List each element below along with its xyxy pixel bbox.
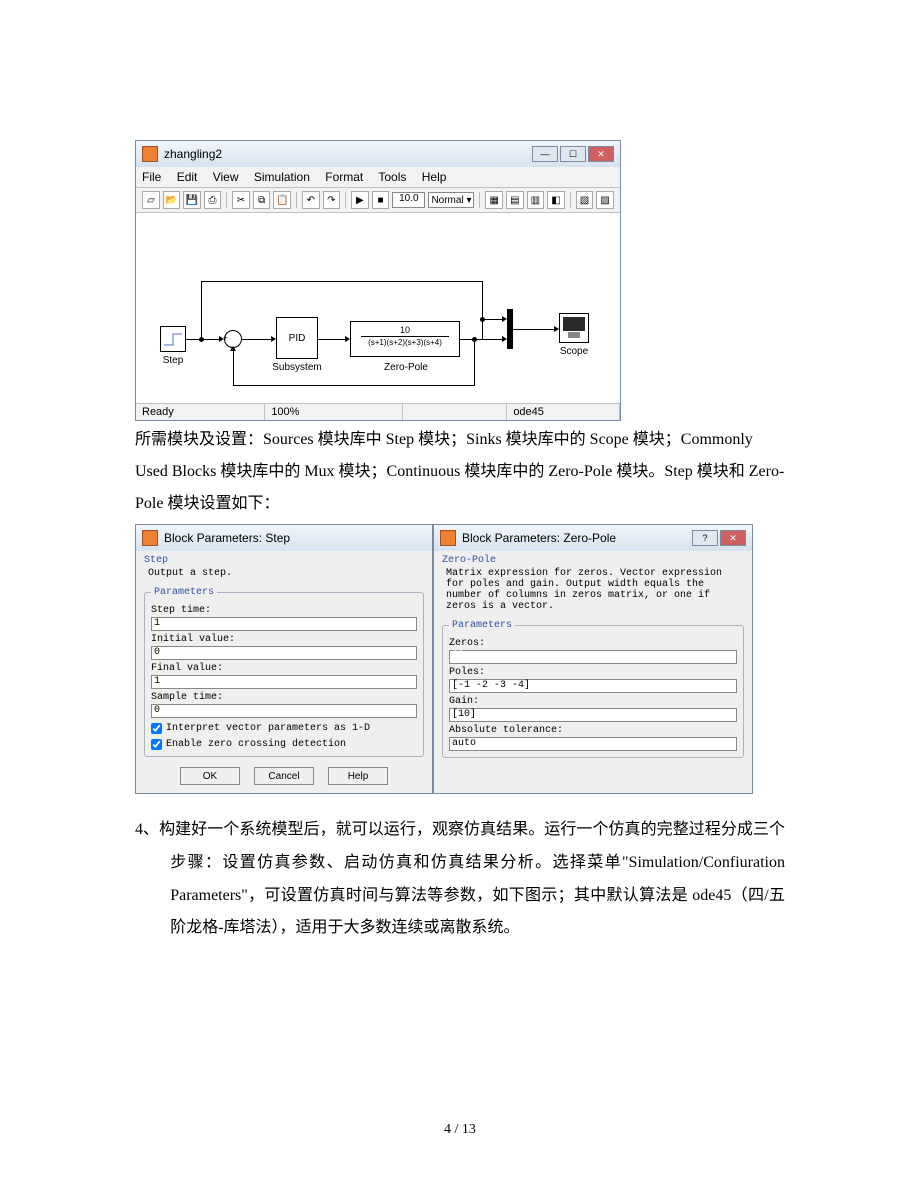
tb-icon-a[interactable]: ▦ (485, 191, 503, 209)
status-zoom: 100% (265, 404, 403, 420)
zero-pole-dialog: Block Parameters: Zero-Pole ? ✕ Zero-Pol… (433, 524, 753, 794)
window-titlebar[interactable]: zhangling2 — ☐ ✕ (136, 141, 620, 167)
initial-value-input[interactable]: 0 (151, 646, 417, 660)
print-icon[interactable]: ⎙ (204, 191, 222, 209)
redo-icon[interactable]: ↷ (323, 191, 341, 209)
stop-icon[interactable]: ■ (372, 191, 390, 209)
tf-denominator: (s+1)(s+2)(s+3)(s+4) (361, 336, 449, 347)
zp-help-button[interactable]: ? (692, 530, 718, 546)
status-bar: Ready 100% ode45 (136, 403, 620, 420)
zero-pole-label: Zero-Pole (371, 362, 441, 373)
stop-time-input[interactable]: 10.0 (392, 192, 425, 208)
final-value-input[interactable]: 1 (151, 675, 417, 689)
zp-dialog-title: Block Parameters: Zero-Pole (462, 531, 616, 545)
status-solver: ode45 (507, 404, 620, 420)
menu-format[interactable]: Format (325, 170, 363, 184)
step-section-label: Step (144, 555, 424, 566)
zp-desc: Matrix expression for zeros. Vector expr… (442, 566, 744, 618)
abstol-input[interactable]: auto (449, 737, 737, 751)
zp-params-legend: Parameters (449, 620, 515, 631)
ok-button[interactable]: OK (180, 767, 240, 785)
abstol-label: Absolute tolerance: (449, 725, 737, 736)
dialog-icon (440, 530, 456, 546)
status-ready: Ready (136, 404, 265, 420)
poles-input[interactable]: [-1 -2 -3 -4] (449, 679, 737, 693)
menu-help[interactable]: Help (422, 170, 447, 184)
tb-icon-f[interactable]: ▨ (596, 191, 614, 209)
tb-icon-b[interactable]: ▤ (506, 191, 524, 209)
step-params-group: Parameters Step time: 1 Initial value: 0… (144, 587, 424, 757)
zp-params-group: Parameters Zeros: [] Poles: [-1 -2 -3 -4… (442, 620, 744, 758)
save-icon[interactable]: 💾 (183, 191, 201, 209)
gain-input[interactable]: [10] (449, 708, 737, 722)
step-label: Step (158, 355, 188, 366)
menu-file[interactable]: File (142, 170, 161, 184)
final-value-label: Final value: (151, 663, 417, 674)
step-params-legend: Parameters (151, 587, 217, 598)
app-icon (142, 146, 158, 162)
maximize-button[interactable]: ☐ (560, 146, 586, 162)
help-button[interactable]: Help (328, 767, 388, 785)
close-button[interactable]: ✕ (588, 146, 614, 162)
pid-block[interactable]: PID (276, 317, 318, 359)
scope-block[interactable] (559, 313, 589, 343)
step-dialog-title: Block Parameters: Step (164, 531, 290, 545)
zp-section-label: Zero-Pole (442, 555, 744, 566)
tb-icon-c[interactable]: ▥ (527, 191, 545, 209)
dialog-icon (142, 530, 158, 546)
play-icon[interactable]: ▶ (351, 191, 369, 209)
step-time-label: Step time: (151, 605, 417, 616)
simulink-window: zhangling2 — ☐ ✕ File Edit View Simulati… (135, 140, 621, 421)
window-title: zhangling2 (164, 147, 222, 161)
menu-edit[interactable]: Edit (177, 170, 198, 184)
step-dialog: Block Parameters: Step Step Output a ste… (135, 524, 433, 794)
tf-numerator: 10 (351, 325, 459, 335)
open-icon[interactable]: 📂 (163, 191, 181, 209)
step-time-input[interactable]: 1 (151, 617, 417, 631)
mode-select[interactable]: Normal ▾ (428, 192, 474, 208)
minimize-button[interactable]: — (532, 146, 558, 162)
paragraph-2: 4、构建好一个系统模型后，就可以运行，观察仿真结果。运行一个仿真的完整过程分成三… (135, 814, 785, 945)
step-block[interactable] (160, 326, 186, 352)
zeros-input[interactable]: [] (449, 650, 737, 664)
menu-bar: File Edit View Simulation Format Tools H… (136, 167, 620, 188)
zp-dialog-titlebar[interactable]: Block Parameters: Zero-Pole ? ✕ (434, 525, 752, 551)
menu-tools[interactable]: Tools (378, 170, 406, 184)
paste-icon[interactable]: 📋 (273, 191, 291, 209)
menu-view[interactable]: View (213, 170, 239, 184)
step-dialog-titlebar[interactable]: Block Parameters: Step (136, 525, 432, 551)
tb-icon-e[interactable]: ▧ (576, 191, 594, 209)
subsystem-label: Subsystem (266, 362, 328, 373)
step-desc: Output a step. (144, 566, 424, 585)
toolbar: ▱ 📂 💾 ⎙ ✂ ⧉ 📋 ↶ ↷ ▶ ■ 10.0 Normal ▾ ▦ ▤ … (136, 188, 620, 213)
undo-icon[interactable]: ↶ (302, 191, 320, 209)
zero-pole-block[interactable]: 10 (s+1)(s+2)(s+3)(s+4) (350, 321, 460, 357)
zp-close-button[interactable]: ✕ (720, 530, 746, 546)
scope-label: Scope (554, 346, 594, 357)
paragraph-1: 所需模块及设置：Sources 模块库中 Step 模块；Sinks 模块库中的… (135, 424, 785, 520)
model-canvas[interactable]: Step + - PID Subsystem 10 (s+1)(s+2)(s+3… (136, 213, 620, 403)
cancel-button[interactable]: Cancel (254, 767, 314, 785)
sample-time-label: Sample time: (151, 692, 417, 703)
copy-icon[interactable]: ⧉ (253, 191, 271, 209)
new-icon[interactable]: ▱ (142, 191, 160, 209)
menu-simulation[interactable]: Simulation (254, 170, 310, 184)
sample-time-input[interactable]: 0 (151, 704, 417, 718)
tb-icon-d[interactable]: ◧ (547, 191, 565, 209)
zero-crossing-checkbox[interactable]: Enable zero crossing detection (151, 739, 417, 750)
page-number: 4 / 13 (0, 1122, 920, 1138)
initial-value-label: Initial value: (151, 634, 417, 645)
zeros-label: Zeros: (449, 638, 737, 649)
vector-1d-checkbox[interactable]: Interpret vector parameters as 1-D (151, 723, 417, 734)
gain-label: Gain: (449, 696, 737, 707)
cut-icon[interactable]: ✂ (232, 191, 250, 209)
poles-label: Poles: (449, 667, 737, 678)
